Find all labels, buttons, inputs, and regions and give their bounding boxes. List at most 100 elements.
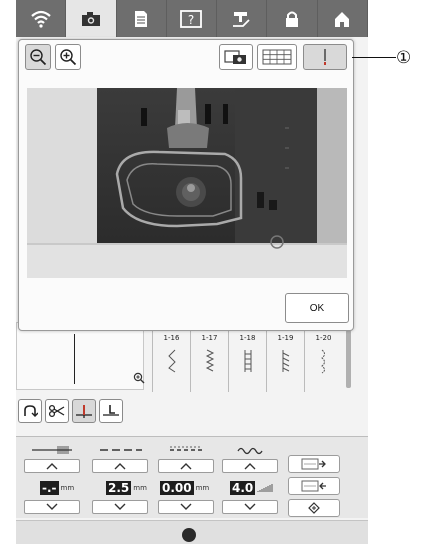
chevron-up-icon (180, 463, 192, 470)
stitch-offset-control: 0.00 mm (154, 443, 218, 517)
camera-capture-icon (224, 50, 246, 64)
width-value-display: -.- mm (24, 480, 84, 496)
stitch-item[interactable]: 1-19 (266, 330, 304, 392)
stitch-code: 1-18 (239, 334, 256, 342)
thread-tension-control: 4.0 (218, 443, 282, 517)
callout-number: ① (396, 48, 412, 68)
memory-recall-button[interactable] (288, 477, 340, 495)
grid-icon (262, 49, 292, 65)
reverse-stitch-button[interactable] (18, 399, 42, 423)
function-button-row (18, 399, 123, 423)
reverse-stitch-icon (24, 405, 38, 417)
chevron-up-icon (46, 463, 58, 470)
zoom-out-button[interactable] (25, 44, 51, 70)
stitch-pattern-icon (282, 350, 289, 372)
presser-foot-icon (103, 405, 119, 416)
chevron-down-icon (114, 503, 126, 510)
grid-toggle-button[interactable] (257, 44, 297, 70)
home-tab[interactable] (318, 0, 368, 37)
tension-increase-button[interactable] (222, 459, 278, 473)
stitch-width-control: -.- mm (20, 443, 84, 517)
stitch-code: 1-17 (201, 334, 218, 342)
camera-capture-button[interactable] (219, 44, 253, 70)
lock-icon (286, 11, 299, 27)
offset-value-display: 0.00 mm (158, 480, 218, 496)
width-unit: mm (60, 484, 75, 492)
chevron-up-icon (114, 463, 126, 470)
length-unit: mm (133, 484, 147, 492)
tension-value: 4.0 (230, 481, 256, 495)
stitch-preview-line (74, 334, 75, 384)
needle-mode-tab[interactable] (217, 0, 268, 37)
home-icon (335, 11, 350, 27)
clock-icon[interactable] (182, 528, 196, 542)
memory-store-button[interactable] (288, 455, 340, 473)
stitch-item[interactable]: 1-17 (190, 330, 228, 392)
stitch-pattern-icon (205, 349, 214, 372)
zoom-in-button[interactable] (55, 44, 81, 70)
stitch-item[interactable]: 1-16 (152, 330, 190, 392)
offset-decrease-button[interactable] (158, 500, 214, 514)
camera-tab[interactable] (66, 0, 117, 37)
document-icon (135, 10, 148, 27)
stitch-code: 1-20 (315, 334, 332, 342)
lock-tab[interactable] (267, 0, 318, 37)
needle-down-icon (76, 405, 92, 418)
top-toolbar: ? (16, 0, 368, 37)
stitch-length-control: 2.5 mm (88, 443, 152, 517)
stitch-width-icon (32, 446, 72, 454)
camera-image (27, 88, 347, 278)
camera-icon (81, 11, 100, 26)
thread-cutter-button[interactable] (45, 399, 69, 423)
stitch-pattern-icon (320, 349, 325, 374)
ok-button[interactable]: OK (285, 293, 349, 323)
stitch-scrollbar[interactable] (346, 330, 351, 388)
offset-increase-button[interactable] (158, 459, 214, 473)
tension-value-display: 4.0 (222, 480, 282, 496)
memory-recall-icon (301, 480, 326, 492)
stitch-pattern-icon (244, 350, 251, 372)
help-icon: ? (180, 9, 203, 28)
stitch-code: 1-16 (163, 334, 180, 342)
needle-stop-position-button[interactable] (72, 399, 96, 423)
needle-position-button[interactable] (303, 44, 347, 70)
wifi-icon (30, 10, 51, 28)
camera-view-dialog: OK (18, 39, 354, 331)
offset-value: 0.00 (160, 481, 194, 495)
needle-position-icon (324, 49, 326, 65)
needle-plate-image (27, 88, 347, 278)
length-decrease-button[interactable] (92, 500, 148, 514)
stitch-preview-pane (16, 322, 144, 390)
zoom-in-icon (60, 49, 77, 66)
reset-icon (308, 502, 320, 514)
width-value: -.- (40, 481, 59, 495)
zoom-in-icon[interactable] (133, 372, 145, 384)
offset-unit: mm (195, 484, 210, 492)
chevron-down-icon (180, 503, 192, 510)
presser-foot-button[interactable] (99, 399, 123, 423)
tension-decrease-button[interactable] (222, 500, 278, 514)
chevron-up-icon (244, 463, 256, 470)
document-tab[interactable] (117, 0, 167, 37)
stitch-selection-grid: 1-16 1-17 1-18 1-19 1-20 (152, 330, 342, 392)
length-value: 2.5 (106, 481, 132, 495)
callout-line (352, 57, 396, 58)
thread-tension-icon (237, 447, 263, 455)
scissors-icon (48, 404, 65, 418)
tension-level-icon (257, 484, 273, 492)
needle-mode-icon (232, 11, 250, 27)
stitch-settings-panel: -.- mm 2.5 mm 0.00 mm 4.0 (16, 436, 368, 518)
length-increase-button[interactable] (92, 459, 148, 473)
width-increase-button[interactable] (24, 459, 80, 473)
width-decrease-button[interactable] (24, 500, 80, 514)
svg-text:?: ? (188, 13, 194, 27)
stitch-item[interactable]: 1-20 (304, 330, 342, 392)
stitch-code: 1-19 (277, 334, 294, 342)
stitch-item[interactable]: 1-18 (228, 330, 266, 392)
stitch-offset-icon (170, 446, 202, 451)
wifi-tab[interactable] (16, 0, 67, 37)
help-tab[interactable]: ? (167, 0, 218, 37)
chevron-down-icon (46, 503, 58, 510)
reset-button[interactable] (288, 499, 340, 517)
stitch-pattern-icon (167, 349, 176, 373)
